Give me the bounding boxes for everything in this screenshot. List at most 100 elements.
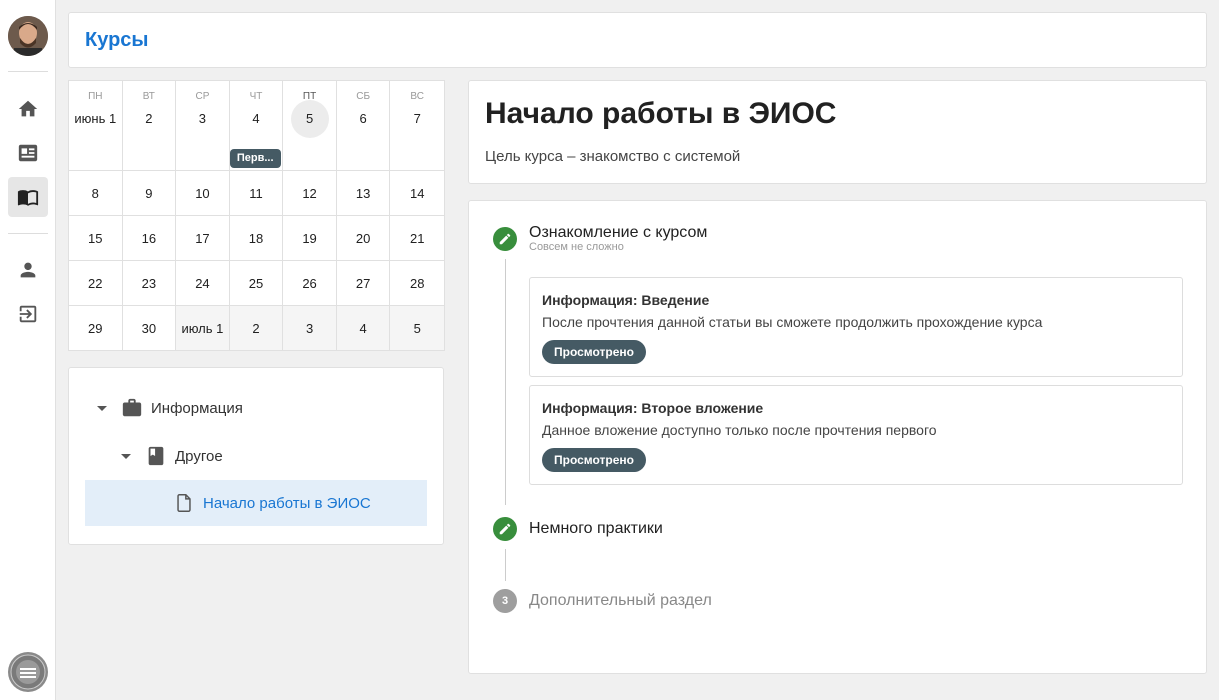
calendar-day[interactable]: 21 <box>390 216 444 261</box>
day-number: 22 <box>88 276 103 291</box>
day-number: 12 <box>302 186 317 201</box>
day-number: 2 <box>252 321 260 336</box>
calendar-day[interactable]: 4 <box>336 306 391 351</box>
day-number: 11 <box>249 186 263 201</box>
calendar-day[interactable]: 9 <box>122 171 177 216</box>
calendar-day[interactable]: июль 1 <box>176 306 230 351</box>
calendar-day[interactable]: 11 <box>229 171 284 216</box>
side-rail <box>0 0 56 700</box>
calendar-day[interactable]: 14 <box>390 171 444 216</box>
day-number: 10 <box>195 186 210 201</box>
step-connector <box>505 549 506 581</box>
calendar-day[interactable]: 22 <box>69 261 123 306</box>
calendar-day[interactable]: 16 <box>122 216 177 261</box>
day-number: 17 <box>195 231 210 246</box>
calendar-day[interactable]: 28 <box>390 261 444 306</box>
course-item-card[interactable]: Информация: Введение После прочтения дан… <box>529 277 1183 377</box>
calendar-day[interactable]: ВС 7 <box>390 81 444 171</box>
tree-item-label: Другое <box>175 447 223 465</box>
calendar-day[interactable]: 25 <box>229 261 284 306</box>
home-icon <box>18 100 38 117</box>
calendar-day[interactable]: 10 <box>176 171 230 216</box>
weekday-label: СР <box>195 91 210 102</box>
day-number: 18 <box>248 231 264 246</box>
calendar-day[interactable]: 3 <box>283 306 337 351</box>
calendar-day[interactable]: 5 <box>390 306 444 351</box>
calendar-day[interactable]: 18 <box>229 216 284 261</box>
day-number: 25 <box>248 276 264 291</box>
step-title[interactable]: Немного практики <box>529 520 663 538</box>
day-number: 24 <box>195 276 210 291</box>
calendar-day[interactable]: 2 <box>229 306 284 351</box>
day-number: 15 <box>88 231 103 246</box>
calendar-day[interactable]: ЧТ 4 Перв... <box>229 81 284 171</box>
step-done-marker[interactable] <box>493 227 517 251</box>
tree-item-course[interactable]: Начало работы в ЭИОС <box>85 480 427 526</box>
day-number: 5 <box>290 100 329 138</box>
day-number: 16 <box>141 231 157 246</box>
file-icon <box>177 494 191 512</box>
course-description: Цель курса – знакомство с системой <box>485 148 741 165</box>
pencil-icon <box>499 233 511 245</box>
step-done-marker[interactable] <box>493 517 517 541</box>
calendar-day[interactable]: СБ 6 <box>336 81 391 171</box>
day-number: 13 <box>355 186 371 201</box>
day-number: 26 <box>302 276 317 291</box>
calendar-day[interactable]: 20 <box>336 216 391 261</box>
calendar-day[interactable]: 15 <box>69 216 123 261</box>
calendar-day[interactable]: ВТ 2 <box>122 81 177 171</box>
calendar-day[interactable]: 29 <box>69 306 123 351</box>
calendar-day[interactable]: 12 <box>283 171 337 216</box>
day-number: 8 <box>91 186 99 201</box>
item-description: После прочтения данной статьи вы сможете… <box>542 314 1043 330</box>
course-item-card[interactable]: Информация: Второе вложение Данное вложе… <box>529 385 1183 485</box>
day-number: 7 <box>413 111 421 126</box>
tree-item-information[interactable]: Информация <box>97 385 243 431</box>
calendar-day[interactable]: 19 <box>283 216 337 261</box>
page-header: Курсы <box>68 12 1207 68</box>
home-button[interactable] <box>8 89 48 129</box>
profile-button[interactable] <box>8 250 48 290</box>
day-number: 28 <box>409 276 425 291</box>
pencil-icon <box>499 523 511 535</box>
news-button[interactable] <box>8 133 48 173</box>
briefcase-icon <box>122 398 142 417</box>
calendar-day[interactable]: ПН июнь 1 <box>69 81 123 171</box>
day-number: 9 <box>145 186 153 201</box>
item-title: Информация: Введение <box>542 292 710 308</box>
calendar-day[interactable]: 27 <box>336 261 391 306</box>
calendar-day[interactable]: 26 <box>283 261 337 306</box>
step-title[interactable]: Дополнительный раздел <box>529 592 712 610</box>
step-title[interactable]: Ознакомление с курсом <box>529 224 707 242</box>
step-number-marker[interactable]: 3 <box>493 589 517 613</box>
caret-down-icon[interactable] <box>97 405 107 411</box>
calendar-day[interactable]: 30 <box>122 306 177 351</box>
caret-down-icon[interactable] <box>121 453 131 459</box>
calendar-day[interactable]: 8 <box>69 171 123 216</box>
weekday-label: ЧТ <box>249 91 263 102</box>
logout-icon <box>19 305 37 323</box>
day-number: 30 <box>141 321 157 336</box>
course-stepper: Ознакомление с курсом Совсем не сложно И… <box>468 200 1207 674</box>
calendar-event[interactable]: Перв... <box>229 149 281 168</box>
logout-button[interactable] <box>8 294 48 334</box>
courses-button[interactable] <box>8 177 48 217</box>
calendar-day[interactable]: 23 <box>122 261 177 306</box>
status-badge: Просмотрено <box>542 340 647 364</box>
tree-item-other[interactable]: Другое <box>121 433 223 479</box>
day-number: 27 <box>355 276 371 291</box>
calendar-day[interactable]: 24 <box>176 261 230 306</box>
avatar[interactable] <box>8 16 48 56</box>
rail-divider <box>8 233 48 234</box>
calendar-day[interactable]: 17 <box>176 216 230 261</box>
calendar-day[interactable]: ПТ 5 <box>283 81 337 171</box>
calendar-day[interactable]: 13 <box>336 171 391 216</box>
course-title-card: Начало работы в ЭИОС Цель курса – знаком… <box>468 80 1207 184</box>
day-number: 2 <box>145 111 153 126</box>
weekday-label: ВТ <box>142 91 155 102</box>
day-number: 6 <box>359 111 367 126</box>
page-title: Курсы <box>85 29 149 51</box>
day-number: июнь 1 <box>74 111 117 126</box>
calendar-day[interactable]: СР 3 <box>176 81 230 171</box>
day-number: 14 <box>409 186 425 201</box>
